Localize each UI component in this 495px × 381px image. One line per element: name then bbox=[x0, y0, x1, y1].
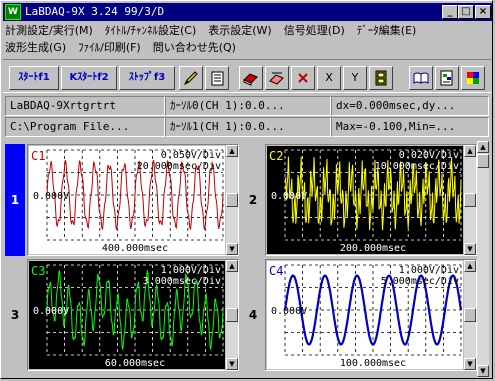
time-span: 200.000msec bbox=[340, 243, 406, 254]
clear-icon[interactable] bbox=[265, 66, 289, 90]
file-cabinet-icon[interactable] bbox=[369, 66, 393, 90]
scroll-down-arrow-icon[interactable]: ▼ bbox=[477, 365, 489, 377]
scroll-up-arrow-icon[interactable]: ▲ bbox=[226, 145, 238, 157]
app-icon[interactable]: W bbox=[5, 4, 21, 20]
zero-level: 0.000V bbox=[271, 306, 307, 317]
waveform-plot-2[interactable]: C2 0.020V/Div10.000msec/Div 0.000V 200.000m… bbox=[267, 146, 463, 254]
zero-level: 0.000V bbox=[33, 306, 69, 317]
stop-f3-button[interactable]: ｽﾄｯﾌﾟf3 bbox=[119, 66, 175, 90]
cancel-x-icon[interactable] bbox=[291, 66, 315, 90]
toolbar: ｽﾀｰﾄf1 Kｽﾀｰﾄf2 ｽﾄｯﾌﾟf3 X Y bbox=[3, 59, 492, 93]
close-button[interactable]: × bbox=[475, 5, 491, 19]
maximize-button[interactable]: □ bbox=[458, 5, 474, 19]
title-bar[interactable]: W LaBDAQ-9X 3.24 99/3/D _ □ × bbox=[3, 3, 492, 21]
file-path-field: C:\Program File... bbox=[5, 117, 165, 137]
menu-item[interactable]: 問い合わせ先(Q) bbox=[153, 40, 236, 56]
scroll-thumb[interactable] bbox=[464, 308, 476, 322]
channel-number-1[interactable]: 1 bbox=[5, 144, 25, 256]
channel-label: C1 bbox=[31, 149, 45, 163]
eraser-icon[interactable] bbox=[239, 66, 263, 90]
report-icon[interactable] bbox=[435, 66, 459, 90]
cursor1-readout: ｶｰｿﾙ1(CH 1):0.0... bbox=[165, 117, 331, 137]
time-span: 60.000msec bbox=[105, 358, 165, 369]
scroll-down-arrow-icon[interactable]: ▼ bbox=[464, 243, 476, 255]
scroll-down-arrow-icon[interactable]: ▼ bbox=[226, 243, 238, 255]
channel-label: C4 bbox=[269, 264, 283, 278]
menu-item[interactable]: 計測設定/実行(M) bbox=[5, 23, 93, 39]
channel-label: C2 bbox=[269, 149, 283, 163]
window-title: LaBDAQ-9X 3.24 99/3/D bbox=[25, 5, 165, 18]
scroll-down-arrow-icon[interactable]: ▼ bbox=[464, 358, 476, 370]
main-vertical-scrollbar[interactable]: ▲ ▼ bbox=[477, 141, 489, 378]
info-row-1: LaBDAQ-9Xrtgrtrt ｶｰｿﾙ0(CH 1):0.0... dx=0… bbox=[5, 96, 489, 116]
time-per-div: 5.000msec/Div bbox=[381, 276, 459, 287]
x-axis-button[interactable]: X bbox=[317, 66, 341, 90]
scroll-thumb[interactable] bbox=[226, 308, 238, 322]
volts-per-div: 1.000V/Div bbox=[161, 265, 221, 276]
app-window: W LaBDAQ-9X 3.24 99/3/D _ □ × 計測設定/実行(M)… bbox=[0, 0, 493, 379]
pencil-icon[interactable] bbox=[179, 66, 203, 90]
volts-per-div: 1.000V/Div bbox=[399, 265, 459, 276]
delta-readout: dx=0.000msec,dy... bbox=[331, 96, 489, 116]
max-min-readout: Max=-0.100,Min=... bbox=[331, 117, 489, 137]
channel-number-4[interactable]: 4 bbox=[243, 259, 263, 371]
channel-vertical-scrollbar[interactable]: ▲ ▼ bbox=[226, 145, 238, 255]
channel-panel-2[interactable]: C2 0.020V/Div 10.000msec/Div 0.000V 200.000m… bbox=[265, 144, 477, 256]
cursor0-readout: ｶｰｿﾙ0(CH 1):0.0... bbox=[165, 96, 331, 116]
k-start-f2-button[interactable]: Kｽﾀｰﾄf2 bbox=[61, 66, 117, 90]
menu-item[interactable]: 信号処理(D) bbox=[284, 23, 345, 39]
menu-item[interactable]: 表示設定(W) bbox=[208, 23, 271, 39]
menu-row-2: 波形生成(G) ﾌｧｲﾙ/印刷(F) 問い合わせ先(Q) bbox=[5, 40, 248, 56]
channel-panel-1[interactable]: C1 0.050V/Div 20.000msec/Div 0.000V 400.000m… bbox=[27, 144, 239, 256]
scroll-up-arrow-icon[interactable]: ▲ bbox=[464, 260, 476, 272]
y-axis-button[interactable]: Y bbox=[343, 66, 367, 90]
waveform-plot-3[interactable]: C3 1.000V/Div3.000msec/Div 0.000V 60.000mse… bbox=[29, 261, 225, 369]
time-span: 100.000msec bbox=[340, 358, 406, 369]
scroll-up-arrow-icon[interactable]: ▲ bbox=[464, 145, 476, 157]
channel-number-3[interactable]: 3 bbox=[5, 259, 25, 371]
waveform-plot-1[interactable]: C1 0.050V/Div20.000msec/Div 0.000V 400.000m… bbox=[29, 146, 225, 254]
menu-item[interactable]: ﾃﾞｰﾀ編集(E) bbox=[357, 23, 417, 39]
info-row-2: C:\Program File... ｶｰｿﾙ1(CH 1):0.0... Ma… bbox=[5, 117, 489, 137]
scroll-thumb[interactable] bbox=[477, 154, 489, 168]
channel-vertical-scrollbar[interactable]: ▲ ▼ bbox=[464, 260, 476, 370]
file-title-field: LaBDAQ-9Xrtgrtrt bbox=[5, 96, 165, 116]
time-per-div: 10.000msec/Div bbox=[375, 161, 459, 172]
channel-panel-3[interactable]: C3 1.000V/Div 3.000msec/Div 0.000V 60.000mse… bbox=[27, 259, 239, 371]
menu-item[interactable]: ﾌｧｲﾙ/印刷(F) bbox=[78, 40, 141, 56]
channel-panel-4[interactable]: C4 1.000V/Div 5.000msec/Div 0.000V 100.000ms… bbox=[265, 259, 477, 371]
scroll-up-arrow-icon[interactable]: ▲ bbox=[477, 141, 489, 153]
scroll-down-arrow-icon[interactable]: ▼ bbox=[226, 358, 238, 370]
zero-level: 0.000V bbox=[33, 191, 69, 202]
scroll-up-arrow-icon[interactable]: ▲ bbox=[226, 260, 238, 272]
minimize-button[interactable]: _ bbox=[442, 5, 458, 19]
channel-label: C3 bbox=[31, 264, 45, 278]
volts-per-div: 0.020V/Div bbox=[399, 150, 459, 161]
scroll-thumb[interactable] bbox=[226, 193, 238, 207]
menu-item[interactable]: 波形生成(G) bbox=[5, 40, 66, 56]
menu-row-1: 計測設定/実行(M) ﾀｲﾄﾙ/ﾁｬﾝﾈﾙ設定(C) 表示設定(W) 信号処理(D) ﾃ… bbox=[5, 23, 428, 39]
menu-bar: 計測設定/実行(M) ﾀｲﾄﾙ/ﾁｬﾝﾈﾙ設定(C) 表示設定(W) 信号処理(D) ﾃ… bbox=[5, 23, 491, 57]
channel-vertical-scrollbar[interactable]: ▲ ▼ bbox=[226, 260, 238, 370]
notepad-icon[interactable] bbox=[205, 66, 229, 90]
zero-level: 0.000V bbox=[271, 191, 307, 202]
volts-per-div: 0.050V/Div bbox=[161, 150, 221, 161]
open-book-icon[interactable] bbox=[409, 66, 433, 90]
time-per-div: 20.000msec/Div bbox=[137, 161, 221, 172]
scroll-thumb[interactable] bbox=[464, 193, 476, 207]
start-f1-button[interactable]: ｽﾀｰﾄf1 bbox=[9, 66, 59, 90]
color-palette-icon[interactable] bbox=[461, 66, 485, 90]
channel-number-2[interactable]: 2 bbox=[243, 144, 263, 256]
time-per-div: 3.000msec/Div bbox=[143, 276, 221, 287]
menu-item[interactable]: ﾀｲﾄﾙ/ﾁｬﾝﾈﾙ設定(C) bbox=[105, 23, 196, 39]
channel-vertical-scrollbar[interactable]: ▲ ▼ bbox=[464, 145, 476, 255]
waveform-plot-4[interactable]: C4 1.000V/Div5.000msec/Div 0.000V 100.000ms… bbox=[267, 261, 463, 369]
time-span: 400.000msec bbox=[102, 243, 168, 254]
